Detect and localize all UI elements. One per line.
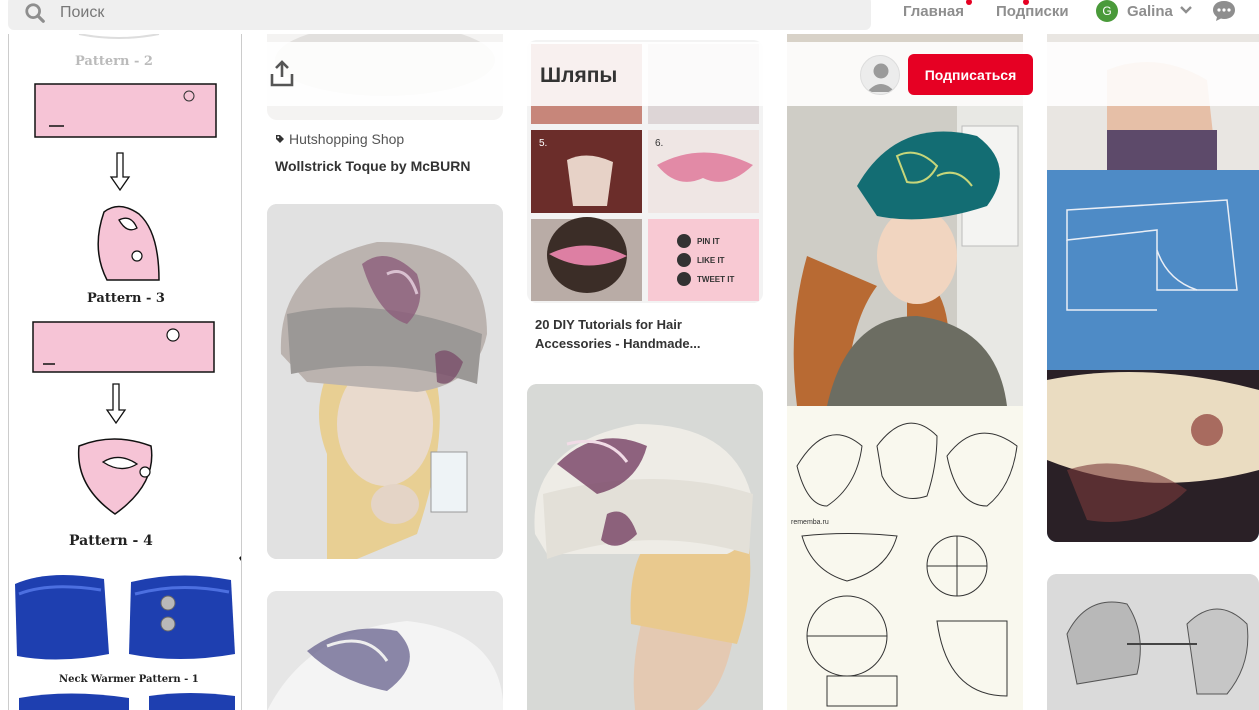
pin-title[interactable]: 20 DIY Tutorials for Hair: [535, 315, 682, 334]
follow-button[interactable]: Подписаться: [908, 54, 1033, 95]
pattern-label: Pattern - 4: [69, 533, 153, 549]
chat-icon[interactable]: [1212, 0, 1236, 22]
pin-vintage-hat[interactable]: [1047, 574, 1259, 710]
home-notification-dot: [966, 0, 972, 5]
pin-teal-beret[interactable]: [787, 106, 1023, 406]
search-input[interactable]: [60, 3, 840, 23]
share-icon[interactable]: [269, 60, 295, 88]
search-icon: [25, 3, 45, 23]
pattern-label: Pattern - 2: [75, 54, 153, 69]
pin-source[interactable]: Hutshopping Shop: [289, 131, 404, 147]
user-name: Galina: [1127, 3, 1173, 20]
board-header: Шляпы Подписаться: [242, 42, 1259, 106]
board-owner-avatar[interactable]: [860, 55, 900, 95]
pattern-sheet-image: [9, 34, 241, 710]
pin-title[interactable]: Wollstrick Toque by McBURN: [275, 157, 471, 176]
user-avatar: G: [1096, 0, 1118, 22]
social-label: TWEET IT: [697, 275, 735, 284]
social-label: LIKE IT: [697, 256, 725, 265]
pin-image: [787, 406, 1023, 710]
top-navigation: Главная Подписки G Galina: [0, 0, 1259, 34]
pin-watermark: rememba.ru: [791, 519, 829, 526]
pin-pattern-sheet[interactable]: Pattern - 2 Pattern - 3 Pattern - 4 Neck…: [8, 34, 242, 710]
search-bar[interactable]: [8, 0, 871, 30]
tag-icon: [276, 135, 284, 143]
nav-home-link[interactable]: Главная: [903, 3, 964, 20]
nav-subscriptions-link[interactable]: Подписки: [996, 3, 1069, 20]
pin-beret-cream[interactable]: [527, 384, 763, 710]
pattern-label: Neck Warmer Pattern - 1: [59, 674, 199, 685]
pin-image: [787, 106, 1023, 406]
page: { "nav": { "search_placeholder": "Поиск"…: [0, 0, 1259, 710]
social-label: PIN IT: [697, 237, 720, 246]
pin-image: [1047, 574, 1259, 710]
pin-image: [1047, 170, 1259, 542]
pin-beret-white[interactable]: [267, 591, 503, 710]
pin-image: [527, 384, 763, 710]
board-title: Шляпы: [540, 64, 618, 87]
user-avatar-icon: [867, 63, 895, 92]
pin-blue-pattern[interactable]: [1047, 170, 1259, 542]
pin-title[interactable]: Accessories - Handmade...: [535, 334, 700, 353]
pin-image: [267, 204, 503, 559]
pin-beret-grey[interactable]: [267, 204, 503, 559]
chevron-down-icon: [1180, 6, 1192, 14]
step-label: 5.: [539, 138, 548, 149]
step-label: 6.: [655, 138, 664, 149]
pin-image: [267, 591, 503, 710]
pin-beret-pattern[interactable]: rememba.ru: [787, 406, 1023, 710]
pattern-label: Pattern - 3: [87, 291, 165, 306]
